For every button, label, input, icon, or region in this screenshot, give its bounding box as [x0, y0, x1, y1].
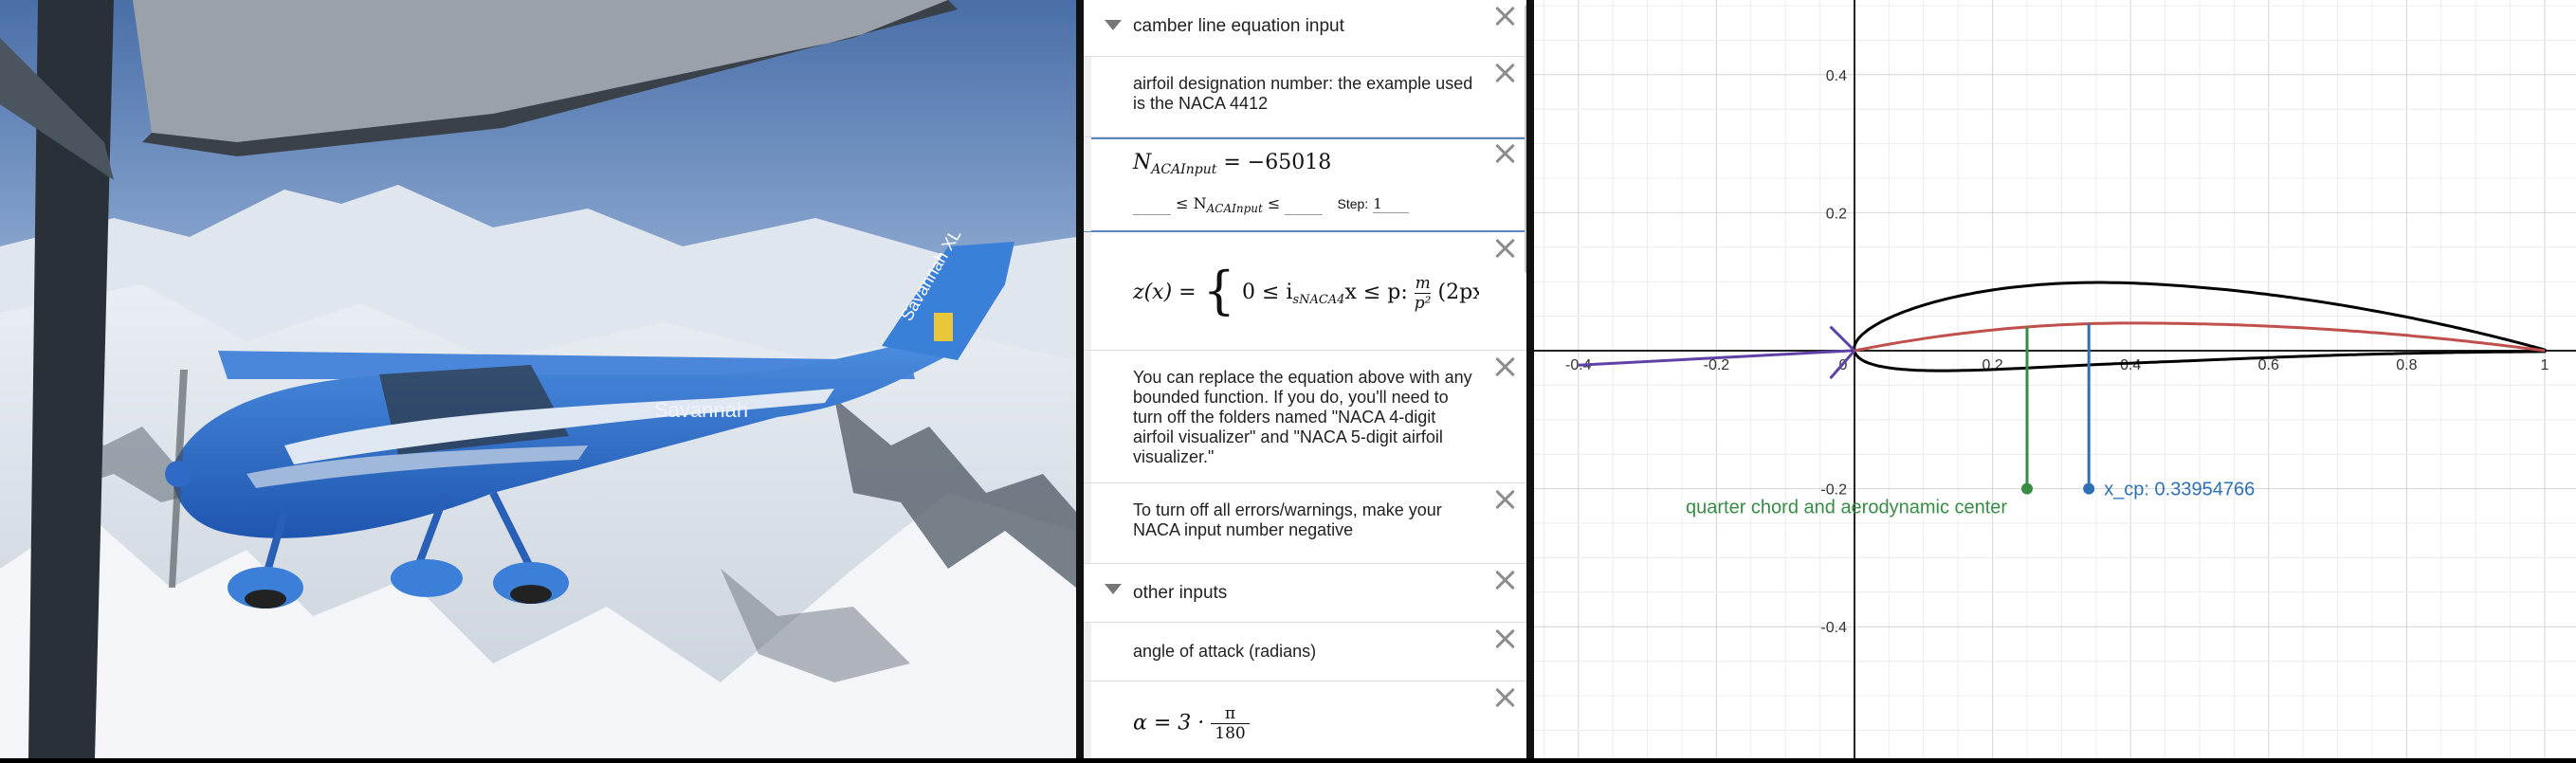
camber-body-b: x ≤ p:	[1344, 281, 1408, 304]
delete-expression-icon[interactable]	[1492, 627, 1517, 651]
note-airfoil-designation[interactable]: airfoil designation number: the example …	[1084, 57, 1526, 137]
xcp-label: x_cp: 0.33954766	[2104, 480, 2255, 500]
y-tick-label: -0.2	[1820, 482, 1847, 499]
delete-expression-icon[interactable]	[1492, 236, 1517, 261]
fraction-denominator: p²	[1414, 293, 1432, 313]
camber-body-a: 0 ≤ i	[1241, 281, 1293, 304]
step-label: Step:	[1337, 196, 1369, 211]
camber-function-equation: z(x) = { 0 ≤ isNACA4x ≤ p: m p² (2px − x	[1133, 261, 1479, 320]
quarter-chord-point[interactable]	[2021, 482, 2033, 495]
y-tick-label: 0.2	[1826, 206, 1847, 222]
x-tick-label: 0.6	[2258, 357, 2279, 373]
slider-bounds: ≤ NACAInput ≤ Step: 1	[1133, 194, 1410, 215]
markers[interactable]	[2021, 323, 2095, 495]
slider-upper-symbol: ≤	[1267, 194, 1281, 212]
delete-expression-icon[interactable]	[1492, 685, 1517, 710]
x-tick-label: 1	[2541, 357, 2549, 373]
piecewise-brace: {	[1202, 261, 1235, 320]
camber-lhs: z(x) =	[1133, 281, 1197, 304]
aircraft-photo-illustration: Savannah XL Savannah	[0, 0, 1076, 758]
slider-max-field[interactable]	[1285, 197, 1324, 215]
expression-alpha[interactable]: α = 3 · π 180	[1084, 681, 1526, 758]
y-tick-label: 0.4	[1826, 68, 1847, 84]
y-tick-label: -0.4	[1820, 620, 1847, 636]
alpha-fraction: π 180	[1211, 704, 1250, 743]
graph-canvas[interactable]: -0.4-0.200.20.40.60.81 0.40.2-0.2-0.4 qu…	[1534, 0, 2576, 758]
folder-title: camber line equation input	[1133, 16, 1344, 36]
camber-body-c: (2px − x	[1437, 281, 1479, 304]
expression-naca-input[interactable]: NACAInput = −65018 ≤ NACAInput ≤ Step: 1	[1084, 137, 1526, 232]
expression-tab[interactable]	[1084, 681, 1091, 758]
x-tick-label: 0.8	[2396, 357, 2417, 373]
fraction-numerator: π	[1211, 704, 1250, 724]
delete-expression-icon[interactable]	[1492, 568, 1517, 592]
fraction-numerator: m	[1414, 273, 1432, 294]
quarter-chord-label: quarter chord and aerodynamic center	[1686, 498, 2007, 518]
fraction-denominator: 180	[1215, 724, 1246, 743]
expression-tab[interactable]	[1084, 57, 1091, 136]
graph-paper[interactable]: -0.4-0.200.20.40.60.81 0.40.2-0.2-0.4 qu…	[1526, 0, 2576, 758]
camber-fraction: m p²	[1414, 273, 1432, 313]
delete-expression-icon[interactable]	[1492, 4, 1517, 28]
naca-input-subscript: ACAInput	[1151, 162, 1217, 177]
grid-lines	[1534, 0, 2576, 758]
expression-list: camber line equation input airfoil desig…	[1076, 0, 1526, 758]
folder-title: other inputs	[1133, 583, 1228, 603]
expression-tab[interactable]	[1084, 232, 1091, 350]
slider-lower-symbol: ≤ N	[1176, 194, 1207, 212]
folder-collapse-caret-icon[interactable]	[1105, 584, 1122, 594]
folder-collapse-caret-icon[interactable]	[1105, 20, 1122, 30]
note-replace-equation[interactable]: You can replace the equation above with …	[1084, 351, 1526, 483]
alpha-equation: α = 3 · π 180	[1133, 704, 1250, 743]
delete-expression-icon[interactable]	[1492, 354, 1517, 379]
folder-other-inputs[interactable]: other inputs	[1084, 564, 1526, 623]
alpha-lhs: α = 3 ·	[1133, 711, 1205, 736]
expression-tab[interactable]	[1084, 351, 1091, 482]
note-text: angle of attack (radians)	[1133, 642, 1317, 661]
note-text: airfoil designation number: the example …	[1133, 74, 1473, 113]
slider-min-field[interactable]	[1133, 197, 1171, 215]
expression-camber-function[interactable]: z(x) = { 0 ≤ isNACA4x ≤ p: m p² (2px − x	[1084, 232, 1526, 351]
naca-input-value: = −65018	[1223, 151, 1332, 174]
folder-camber-line-input[interactable]: camber line equation input	[1084, 0, 1526, 57]
step-field[interactable]: 1	[1373, 195, 1410, 213]
delete-expression-icon[interactable]	[1492, 487, 1517, 512]
naca-input-equation[interactable]: NACAInput = −65018	[1133, 151, 1331, 177]
naca-input-symbol: N	[1133, 151, 1152, 174]
delete-expression-icon[interactable]	[1492, 61, 1517, 85]
slider-subscript: ACAInput	[1206, 202, 1263, 215]
note-angle-of-attack[interactable]: angle of attack (radians)	[1084, 623, 1526, 681]
x-tick-label: 0.4	[2120, 357, 2141, 373]
expression-tab[interactable]	[1084, 623, 1091, 681]
delete-expression-icon[interactable]	[1492, 141, 1517, 166]
aircraft-photo: Savannah XL Savannah	[0, 0, 1076, 758]
note-text: You can replace the equation above with …	[1133, 368, 1472, 466]
xcp-point[interactable]	[2083, 482, 2095, 495]
fuselage-lettering: Savannah	[654, 398, 748, 422]
freestream-arrow-head	[1829, 350, 1856, 380]
expression-tab[interactable]	[1084, 137, 1091, 231]
note-text: To turn off all errors/warnings, make yo…	[1133, 500, 1442, 539]
camber-body-subscript: sNACA4	[1292, 293, 1345, 307]
axes	[1534, 0, 2576, 758]
note-turn-off-errors[interactable]: To turn off all errors/warnings, make yo…	[1084, 483, 1526, 564]
freestream-arrow-head	[1829, 325, 1856, 353]
expression-tab[interactable]	[1084, 483, 1091, 563]
